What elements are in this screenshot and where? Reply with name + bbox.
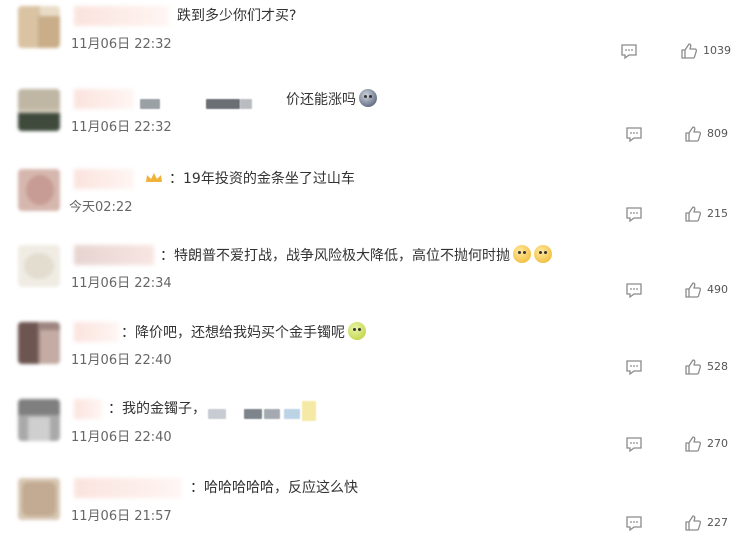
comment-time: 11月06日 22:40 [71,430,172,445]
thumbs-up-icon[interactable] [680,42,698,60]
comment-item: 跌到多少你们才买? 11月06日 22:32 1039 [0,2,750,78]
username-blurred[interactable] [74,169,134,189]
comment-item: ：19年投资的金条坐了过山车 今天02:22 215 [0,165,750,241]
comment-text: ：特朗普不爱打战，战争风险极大降低，高位不抛何时抛 [160,245,552,266]
like-count: 809 [707,127,728,140]
like-count: 270 [707,437,728,450]
comment-bubble-icon[interactable] [625,435,643,453]
thumbs-up-icon[interactable] [684,358,702,376]
like-count: 227 [707,516,728,529]
thumbs-up-icon[interactable] [684,125,702,143]
like-count: 490 [707,283,728,296]
comment-time: 11月06日 22:32 [71,120,172,135]
comment-time: 11月06日 22:34 [71,276,172,291]
like-count: 215 [707,207,728,220]
username-blurred[interactable] [74,399,102,419]
emoji-icon [359,89,377,107]
comment-bubble-icon[interactable] [625,205,643,223]
thumbs-up-icon[interactable] [684,205,702,223]
username-blurred[interactable] [74,322,119,342]
redacted-content [208,401,328,425]
username-blurred[interactable] [74,478,182,498]
comment-text: ：降价吧，还想给我妈买个金手镯呢 [121,322,366,343]
thumbs-up-icon[interactable] [684,514,702,532]
avatar[interactable] [18,399,60,441]
comment-bubble-icon[interactable] [620,42,638,60]
avatar[interactable] [18,89,60,131]
comment-text: ：我的金镯子， [108,401,206,417]
comment-time: 11月06日 22:32 [71,37,172,52]
comment-item: ：哈哈哈哈哈，反应这么快 11月06日 21:57 227 [0,474,750,550]
comment-text: ：哈哈哈哈哈，反应这么快 [190,480,358,496]
comment-text: ：19年投资的金条坐了过山车 [145,169,355,189]
crown-badge-icon [145,170,163,182]
comment-time: 今天02:22 [69,200,133,215]
emoji-icon [348,322,366,340]
comment-bubble-icon[interactable] [625,125,643,143]
username-blurred[interactable] [74,245,154,265]
comment-bubble-icon[interactable] [625,358,643,376]
comment-text: 跌到多少你们才买? [177,8,297,24]
like-count: 1039 [703,44,731,57]
avatar[interactable] [18,169,60,211]
avatar[interactable] [18,322,60,364]
avatar[interactable] [18,245,60,287]
like-count: 528 [707,360,728,373]
comment-item: ：我的金镯子， 11月06日 22:40 270 [0,395,750,471]
comment-item: ：降价吧，还想给我妈买个金手镯呢 11月06日 22:40 528 [0,318,750,394]
comment-bubble-icon[interactable] [625,514,643,532]
emoji-icon [534,245,552,263]
emoji-icon [513,245,531,263]
thumbs-up-icon[interactable] [684,281,702,299]
comment-item: ：特朗普不爱打战，战争风险极大降低，高位不抛何时抛 11月06日 22:34 4… [0,241,750,317]
thumbs-up-icon[interactable] [684,435,702,453]
comment-bubble-icon[interactable] [625,281,643,299]
avatar[interactable] [18,478,60,520]
comment-time: 11月06日 21:57 [71,509,172,524]
redacted-content [140,99,280,119]
username-blurred[interactable] [74,89,134,109]
comment-text: 价还能涨吗 [286,89,377,110]
comment-item: 价还能涨吗 11月06日 22:32 809 [0,85,750,161]
username-blurred[interactable] [74,6,169,26]
comment-time: 11月06日 22:40 [71,353,172,368]
avatar[interactable] [18,6,60,48]
